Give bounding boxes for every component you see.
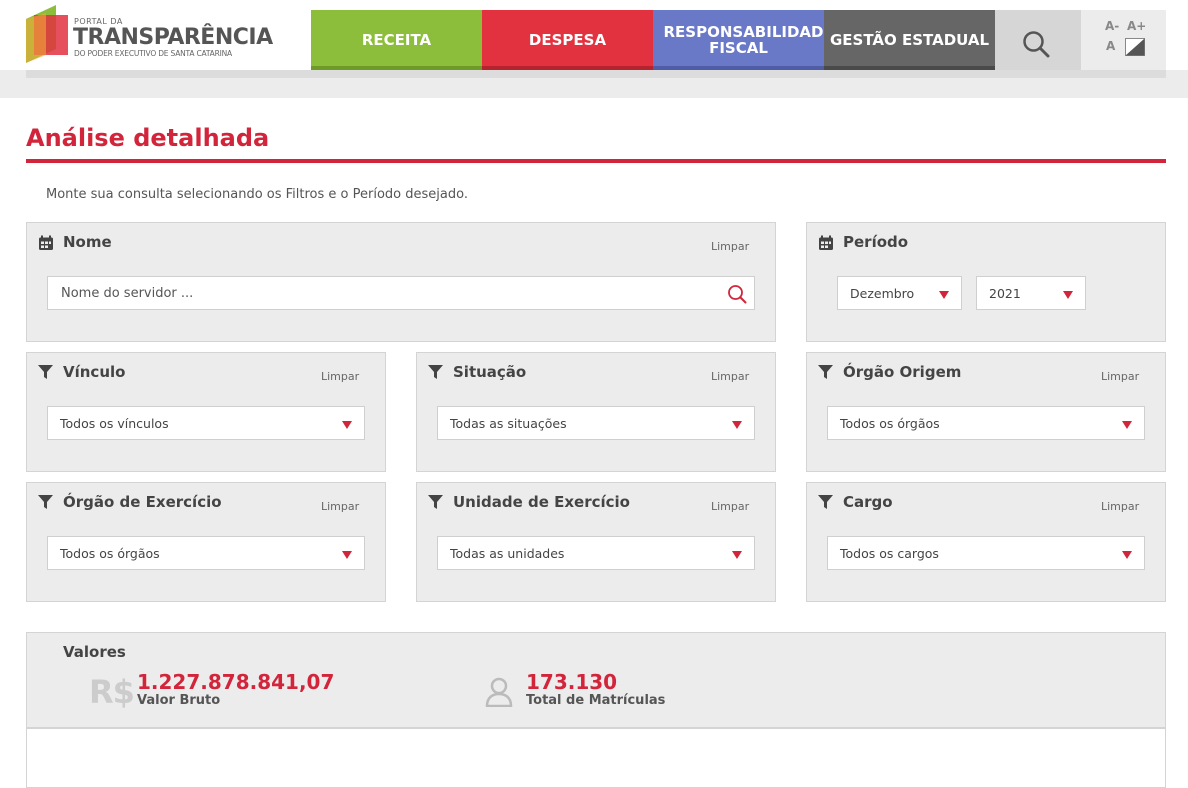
- portal-logo[interactable]: PORTAL DA TRANSPARÊNCIA DO PODER EXECUTI…: [26, 5, 273, 65]
- filter-unidade-exercicio-title: Unidade de Exercício: [453, 493, 630, 511]
- filter-periodo-panel: Período Dezembro 2021: [806, 222, 1166, 342]
- orgao-exercicio-select-value: Todos os órgãos: [60, 545, 160, 561]
- valores-panel: Valores R$ 1.227.878.841,07 Valor Bruto …: [26, 632, 1166, 728]
- search-icon: [1023, 31, 1050, 58]
- nav-gestao-estadual[interactable]: GESTÃO ESTADUAL: [824, 10, 995, 70]
- nav-receita-bar: [311, 66, 482, 70]
- valores-title: Valores: [63, 643, 126, 661]
- name-search-icon[interactable]: [727, 284, 747, 304]
- font-increase-button[interactable]: A+: [1127, 19, 1146, 33]
- font-decrease-button[interactable]: A-: [1105, 19, 1119, 33]
- filter-icon: [428, 495, 443, 509]
- chevron-down-icon: [939, 291, 949, 299]
- employee-name-input[interactable]: [47, 276, 755, 310]
- year-select-value: 2021: [989, 285, 1021, 301]
- contrast-icon[interactable]: [1125, 38, 1145, 56]
- situacao-select-value: Todas as situações: [450, 415, 567, 431]
- filter-vinculo-clear[interactable]: Limpar: [321, 370, 359, 383]
- nav-gestao-label: GESTÃO ESTADUAL: [829, 31, 990, 49]
- chevron-down-icon: [1063, 291, 1073, 299]
- font-reset-button[interactable]: A: [1106, 39, 1115, 53]
- month-select-value: Dezembro: [850, 285, 915, 301]
- situacao-select[interactable]: Todas as situações: [437, 406, 755, 440]
- filter-orgao-origem-panel: Órgão Origem Limpar Todos os órgãos: [806, 352, 1166, 472]
- nav-despesa-bar: [482, 66, 653, 70]
- logo-title: TRANSPARÊNCIA: [73, 25, 273, 50]
- month-select[interactable]: Dezembro: [837, 276, 962, 310]
- filter-orgao-origem-clear[interactable]: Limpar: [1101, 370, 1139, 383]
- filter-cargo-title: Cargo: [843, 493, 893, 511]
- nav-receita-label: RECEITA: [361, 31, 432, 49]
- filter-vinculo-title: Vínculo: [63, 363, 126, 381]
- filter-cargo-clear[interactable]: Limpar: [1101, 500, 1139, 513]
- valor-bruto-value: 1.227.878.841,07: [137, 670, 335, 694]
- chevron-down-icon: [342, 421, 352, 429]
- nav-despesa-label: DESPESA: [528, 31, 607, 49]
- filter-icon: [818, 365, 833, 379]
- filter-orgao-exercicio-panel: Órgão de Exercício Limpar Todos os órgão…: [26, 482, 386, 602]
- page-intro: Monte sua consulta selecionando os Filtr…: [46, 187, 468, 202]
- filter-situacao-panel: Situação Limpar Todas as situações: [416, 352, 776, 472]
- filter-orgao-exercicio-clear[interactable]: Limpar: [321, 500, 359, 513]
- page-title: Análise detalhada: [26, 124, 270, 152]
- nav-receita[interactable]: RECEITA: [311, 10, 482, 70]
- header-strip: [26, 70, 1166, 78]
- currency-icon: R$: [89, 673, 135, 711]
- filter-unidade-exercicio-panel: Unidade de Exercício Limpar Todas as uni…: [416, 482, 776, 602]
- nav-responsabilidade-label: RESPONSABILIDADE FISCAL: [663, 23, 834, 57]
- year-select[interactable]: 2021: [976, 276, 1086, 310]
- filter-icon: [38, 495, 53, 509]
- filter-nome-panel: Nome Limpar: [26, 222, 776, 342]
- chevron-down-icon: [732, 551, 742, 559]
- logo-mark-icon: [26, 5, 68, 63]
- filter-icon: [38, 365, 53, 379]
- chevron-down-icon: [1122, 551, 1132, 559]
- chevron-down-icon: [1122, 421, 1132, 429]
- filter-situacao-title: Situação: [453, 363, 527, 381]
- user-icon: [485, 677, 513, 707]
- results-panel: [26, 728, 1166, 788]
- filter-nome-title: Nome: [63, 233, 112, 251]
- orgao-exercicio-select[interactable]: Todos os órgãos: [47, 536, 365, 570]
- filter-vinculo-panel: Vínculo Limpar Todos os vínculos: [26, 352, 386, 472]
- calendar-icon: [39, 235, 53, 250]
- nav-responsabilidade-bar: [653, 66, 824, 70]
- filter-situacao-clear[interactable]: Limpar: [711, 370, 749, 383]
- filter-cargo-panel: Cargo Limpar Todos os cargos: [806, 482, 1166, 602]
- chevron-down-icon: [732, 421, 742, 429]
- vinculo-select-value: Todos os vínculos: [60, 415, 169, 431]
- accessibility-tools: A- A+ A: [1081, 10, 1166, 70]
- header: PORTAL DA TRANSPARÊNCIA DO PODER EXECUTI…: [0, 0, 1188, 98]
- nav-gestao-bar: [824, 66, 995, 70]
- filter-periodo-title: Período: [843, 233, 909, 251]
- matriculas-label: Total de Matrículas: [526, 693, 666, 708]
- filter-unidade-exercicio-clear[interactable]: Limpar: [711, 500, 749, 513]
- logo-subtitle: DO PODER EXECUTIVO DE SANTA CATARINA: [74, 49, 232, 58]
- filter-orgao-origem-title: Órgão Origem: [843, 363, 962, 381]
- cargo-select[interactable]: Todos os cargos: [827, 536, 1145, 570]
- nav-despesa[interactable]: DESPESA: [482, 10, 653, 70]
- filter-icon: [428, 365, 443, 379]
- calendar-icon: [819, 235, 833, 250]
- valor-bruto-label: Valor Bruto: [137, 693, 221, 708]
- header-search-button[interactable]: [995, 10, 1081, 70]
- matriculas-value: 173.130: [526, 670, 618, 694]
- filter-icon: [818, 495, 833, 509]
- unidade-exercicio-select-value: Todas as unidades: [450, 545, 565, 561]
- chevron-down-icon: [342, 551, 352, 559]
- title-underline: [26, 159, 1166, 163]
- cargo-select-value: Todos os cargos: [840, 545, 939, 561]
- unidade-exercicio-select[interactable]: Todas as unidades: [437, 536, 755, 570]
- orgao-origem-select-value: Todos os órgãos: [840, 415, 940, 431]
- nav-responsabilidade-fiscal[interactable]: RESPONSABILIDADE FISCAL: [653, 10, 834, 70]
- filter-orgao-exercicio-title: Órgão de Exercício: [63, 493, 222, 511]
- vinculo-select[interactable]: Todos os vínculos: [47, 406, 365, 440]
- orgao-origem-select[interactable]: Todos os órgãos: [827, 406, 1145, 440]
- filter-nome-clear[interactable]: Limpar: [711, 240, 749, 253]
